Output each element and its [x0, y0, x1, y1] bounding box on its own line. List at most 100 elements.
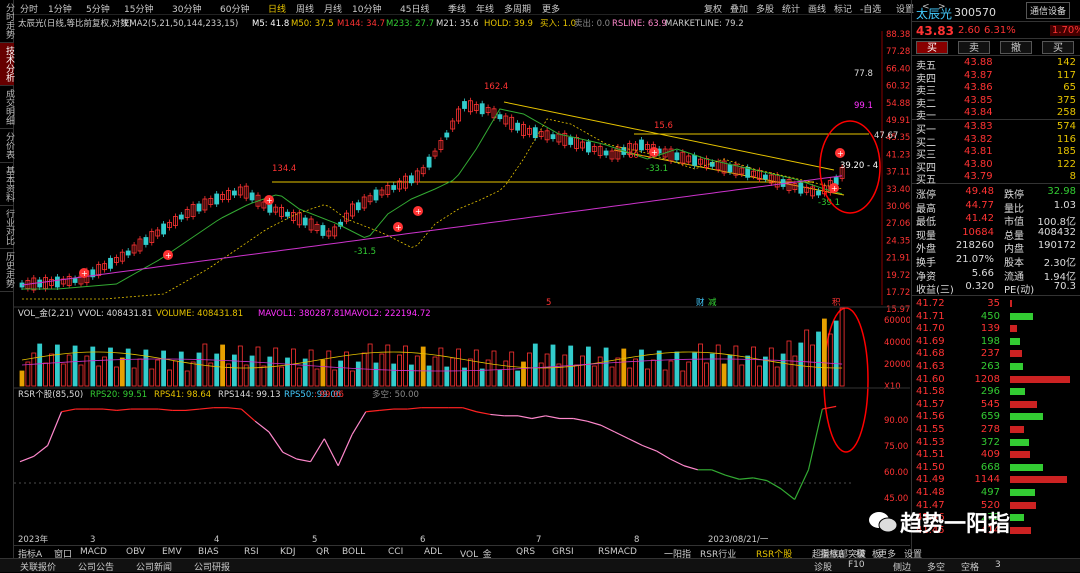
- volume-bar: [827, 333, 833, 387]
- volume-bar: [479, 368, 485, 387]
- stat-value: 44.77: [965, 199, 994, 211]
- status-right-0[interactable]: 诊股: [814, 560, 832, 573]
- header-m21: M21: 35.6: [436, 19, 479, 29]
- indicator-tab-4[interactable]: EMV: [162, 547, 182, 557]
- tick-bar: [1010, 375, 1070, 383]
- indicator-tab-8[interactable]: QR: [316, 547, 329, 557]
- vtab-1[interactable]: 技术分析: [0, 43, 14, 86]
- chart-area[interactable]: 太辰光(日线,等比前复权,对数) EMA2(5,21,50,144,233,15)…: [14, 15, 911, 545]
- tick-volume: 1208: [974, 373, 1000, 385]
- rsr-segment: [323, 438, 339, 467]
- volume-bar: [78, 364, 84, 387]
- period-8[interactable]: 月线: [324, 2, 342, 15]
- volume-bar: [816, 331, 821, 387]
- indicator-tab-13[interactable]: QRS: [516, 547, 535, 557]
- tick-price: 41.56: [916, 411, 945, 423]
- indicator-tab-6[interactable]: RSI: [244, 547, 259, 557]
- indicator-tab-3[interactable]: OBV: [126, 547, 145, 557]
- label-low2: -33.1: [646, 164, 668, 174]
- vtab-3[interactable]: 分价表: [0, 129, 14, 163]
- period-5[interactable]: 60分钟: [220, 2, 249, 15]
- candle-body: [249, 192, 255, 201]
- vtab-5[interactable]: 行业对比: [0, 206, 14, 249]
- indicator-tab-9[interactable]: BOLL: [342, 547, 365, 557]
- volume-bar: [532, 343, 538, 387]
- candle-body: [727, 164, 733, 173]
- tool-0[interactable]: 复权: [704, 2, 722, 15]
- rsr-r99: : 99.06: [314, 390, 344, 400]
- period-11[interactable]: 季线: [448, 2, 466, 15]
- candle-body: [72, 278, 78, 283]
- tool-3[interactable]: 统计: [782, 2, 800, 15]
- status-link-1[interactable]: 公司公告: [78, 560, 114, 573]
- stat-value: 10684: [962, 226, 994, 238]
- trade-btn-3[interactable]: 买: [1042, 41, 1074, 54]
- indicator-tab-14[interactable]: GRSI: [552, 547, 574, 557]
- tool-1[interactable]: 叠加: [730, 2, 748, 15]
- kline-chart[interactable]: 太辰光(日线,等比前复权,对数)EMA2(5,21,50,144,233,15)…: [14, 15, 911, 545]
- indicator-tab-11[interactable]: ADL: [424, 547, 442, 557]
- vtab-2[interactable]: 成交明细: [0, 86, 14, 129]
- period-7[interactable]: 周线: [296, 2, 314, 15]
- tool-5[interactable]: 标记: [834, 2, 852, 15]
- indicator-tab-10[interactable]: CCI: [388, 547, 403, 557]
- tick-bar: [1010, 501, 1036, 509]
- status-right-2[interactable]: 侧边: [893, 560, 911, 573]
- volume-bar: [609, 366, 615, 387]
- price-tick: 24.35: [886, 236, 910, 246]
- rsr-segment: [794, 469, 810, 500]
- indicator-tab-5[interactable]: BIAS: [198, 547, 219, 557]
- status-link-0[interactable]: 关联报价: [20, 560, 56, 573]
- industry-badge[interactable]: 通信设备: [1026, 2, 1071, 19]
- trade-btn-2[interactable]: 撤: [1000, 41, 1032, 54]
- trade-btn-0[interactable]: 买: [916, 41, 948, 54]
- period-3[interactable]: 15分钟: [124, 2, 153, 15]
- vtab-0[interactable]: 分时走势: [0, 0, 14, 43]
- volume-bar: [344, 351, 349, 387]
- tick-bar: [1010, 514, 1024, 522]
- status-link-2[interactable]: 公司新闻: [136, 560, 172, 573]
- period-6[interactable]: 日线: [268, 2, 286, 15]
- volume-bar: [314, 368, 320, 387]
- stat-value: 41.42: [965, 213, 994, 225]
- price-change: 2.60: [958, 25, 981, 36]
- header-m5: M5: 41.8: [252, 19, 289, 29]
- rsr-tick: 45.00: [884, 494, 908, 504]
- period-0[interactable]: 分时: [20, 2, 38, 15]
- volume-bar: [143, 349, 149, 387]
- vtab-6[interactable]: 历史走势: [0, 249, 14, 292]
- period-2[interactable]: 5分钟: [86, 2, 110, 15]
- period-1[interactable]: 1分钟: [48, 2, 72, 15]
- status-right-4[interactable]: 空格: [961, 560, 979, 573]
- tool-2[interactable]: 多股: [756, 2, 774, 15]
- header-m50: M50: 37.5: [291, 19, 334, 29]
- tick-volume: 497: [980, 487, 1000, 498]
- period-4[interactable]: 30分钟: [172, 2, 201, 15]
- indicator-tab-7[interactable]: KDJ: [280, 547, 296, 557]
- status-right-3[interactable]: 多空: [927, 560, 945, 573]
- rsr-segment: [33, 445, 49, 457]
- tick-list[interactable]: 41.72 35 41.71 450 41.70 139 41.69 198 41.68 237 4…: [912, 296, 1080, 541]
- highlight-ellipse-2: [823, 307, 869, 453]
- status-right-5[interactable]: 3: [995, 560, 1001, 570]
- indicator-tab-2[interactable]: MACD: [80, 547, 107, 557]
- tick-volume: 278: [980, 424, 1000, 435]
- period-13[interactable]: 多周期: [504, 2, 531, 15]
- asks-vol: 375: [1056, 94, 1076, 106]
- tool-4[interactable]: 画线: [808, 2, 826, 15]
- vol-tick: 60000: [884, 316, 910, 326]
- rsr-segment: [517, 415, 532, 420]
- period-9[interactable]: 10分钟: [352, 2, 381, 15]
- status-right-1[interactable]: F10: [848, 560, 865, 570]
- volume-bar: [60, 363, 66, 387]
- period-10[interactable]: 45日线: [400, 2, 429, 15]
- ma-green: [22, 108, 843, 290]
- period-14[interactable]: 更多: [542, 2, 560, 15]
- indicator-tab-15[interactable]: RSMACD: [598, 547, 637, 557]
- tool-6[interactable]: -自选: [860, 2, 881, 15]
- wechat-icon: [869, 512, 898, 533]
- status-link-3[interactable]: 公司研报: [194, 560, 230, 573]
- period-12[interactable]: 年线: [476, 2, 494, 15]
- trade-btn-1[interactable]: 卖: [958, 41, 990, 54]
- vtab-4[interactable]: 基本资料: [0, 163, 14, 206]
